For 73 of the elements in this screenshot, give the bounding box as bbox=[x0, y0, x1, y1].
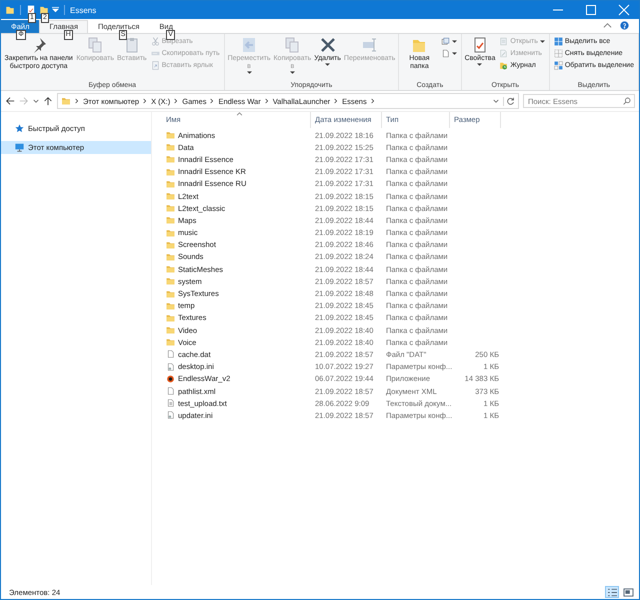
folder-icon bbox=[166, 228, 175, 237]
scissors-icon bbox=[150, 37, 160, 46]
properties-icon bbox=[472, 37, 488, 53]
folder-icon bbox=[166, 192, 175, 200]
copy-icon bbox=[87, 37, 104, 53]
folder-icon bbox=[166, 240, 175, 249]
folder-icon bbox=[166, 216, 175, 224]
folder-icon bbox=[166, 326, 175, 334]
folder-icon bbox=[166, 204, 175, 212]
recent-locations-icon[interactable] bbox=[33, 98, 39, 104]
computer-icon bbox=[15, 143, 24, 152]
caret-icon bbox=[477, 63, 482, 67]
folder-icon bbox=[166, 168, 175, 176]
caret-icon bbox=[290, 71, 295, 75]
rename-icon bbox=[362, 37, 378, 53]
search-icon bbox=[623, 97, 631, 105]
folder-icon bbox=[166, 277, 175, 286]
new-item-icon bbox=[440, 37, 450, 46]
folder-icon[interactable] bbox=[39, 5, 49, 15]
caret-icon bbox=[246, 71, 252, 75]
file-icon bbox=[166, 350, 175, 358]
chevron-icon bbox=[334, 98, 338, 104]
select-all-icon bbox=[554, 37, 563, 46]
select-none-icon bbox=[554, 49, 563, 58]
caret-icon bbox=[325, 63, 330, 67]
text-file-icon bbox=[166, 399, 175, 408]
star-icon bbox=[15, 124, 24, 133]
refresh-icon[interactable] bbox=[503, 96, 515, 106]
folder-icon bbox=[166, 314, 175, 322]
chevron-icon bbox=[210, 98, 214, 104]
folder-icon bbox=[5, 5, 15, 15]
collapse-ribbon-icon[interactable] bbox=[603, 21, 612, 30]
file-icon bbox=[166, 387, 175, 396]
settings-file-icon bbox=[166, 362, 175, 371]
help-icon[interactable] bbox=[620, 21, 629, 30]
open-icon bbox=[499, 37, 508, 46]
move-icon bbox=[241, 37, 258, 53]
invert-selection-icon bbox=[554, 61, 563, 70]
details-view-button[interactable] bbox=[605, 586, 619, 598]
back-button[interactable] bbox=[5, 96, 15, 106]
caret-icon bbox=[452, 52, 457, 56]
app-icon bbox=[166, 374, 175, 383]
caret-icon bbox=[540, 40, 545, 44]
edit-icon bbox=[499, 49, 508, 58]
folder-icon bbox=[61, 97, 71, 105]
up-button[interactable] bbox=[43, 96, 53, 106]
folder-icon bbox=[411, 37, 428, 53]
path-icon bbox=[150, 49, 160, 58]
folder-icon bbox=[166, 265, 175, 274]
chevron-icon bbox=[174, 98, 178, 104]
copy-icon bbox=[284, 37, 300, 53]
document-icon bbox=[440, 49, 450, 58]
folder-icon bbox=[166, 131, 175, 140]
chevron-icon bbox=[370, 98, 375, 104]
window-title: Essens bbox=[70, 6, 96, 14]
folder-icon bbox=[166, 302, 175, 310]
delete-icon bbox=[320, 37, 336, 53]
shortcut-icon bbox=[150, 61, 160, 70]
chevron-icon bbox=[143, 98, 148, 104]
large-icons-view-button[interactable] bbox=[621, 586, 635, 598]
folder-icon bbox=[166, 155, 175, 164]
folder-icon bbox=[166, 290, 175, 298]
history-icon bbox=[499, 61, 508, 70]
dropdown-icon[interactable] bbox=[493, 98, 499, 104]
folder-icon bbox=[166, 252, 175, 261]
folder-icon bbox=[166, 143, 175, 152]
chevron-icon bbox=[264, 98, 269, 104]
folder-icon bbox=[166, 338, 175, 346]
folder-icon bbox=[166, 180, 175, 188]
caret-icon bbox=[452, 40, 457, 44]
chevron-icon bbox=[75, 98, 79, 104]
clipboard-icon bbox=[124, 37, 140, 53]
settings-file-icon bbox=[166, 411, 175, 420]
